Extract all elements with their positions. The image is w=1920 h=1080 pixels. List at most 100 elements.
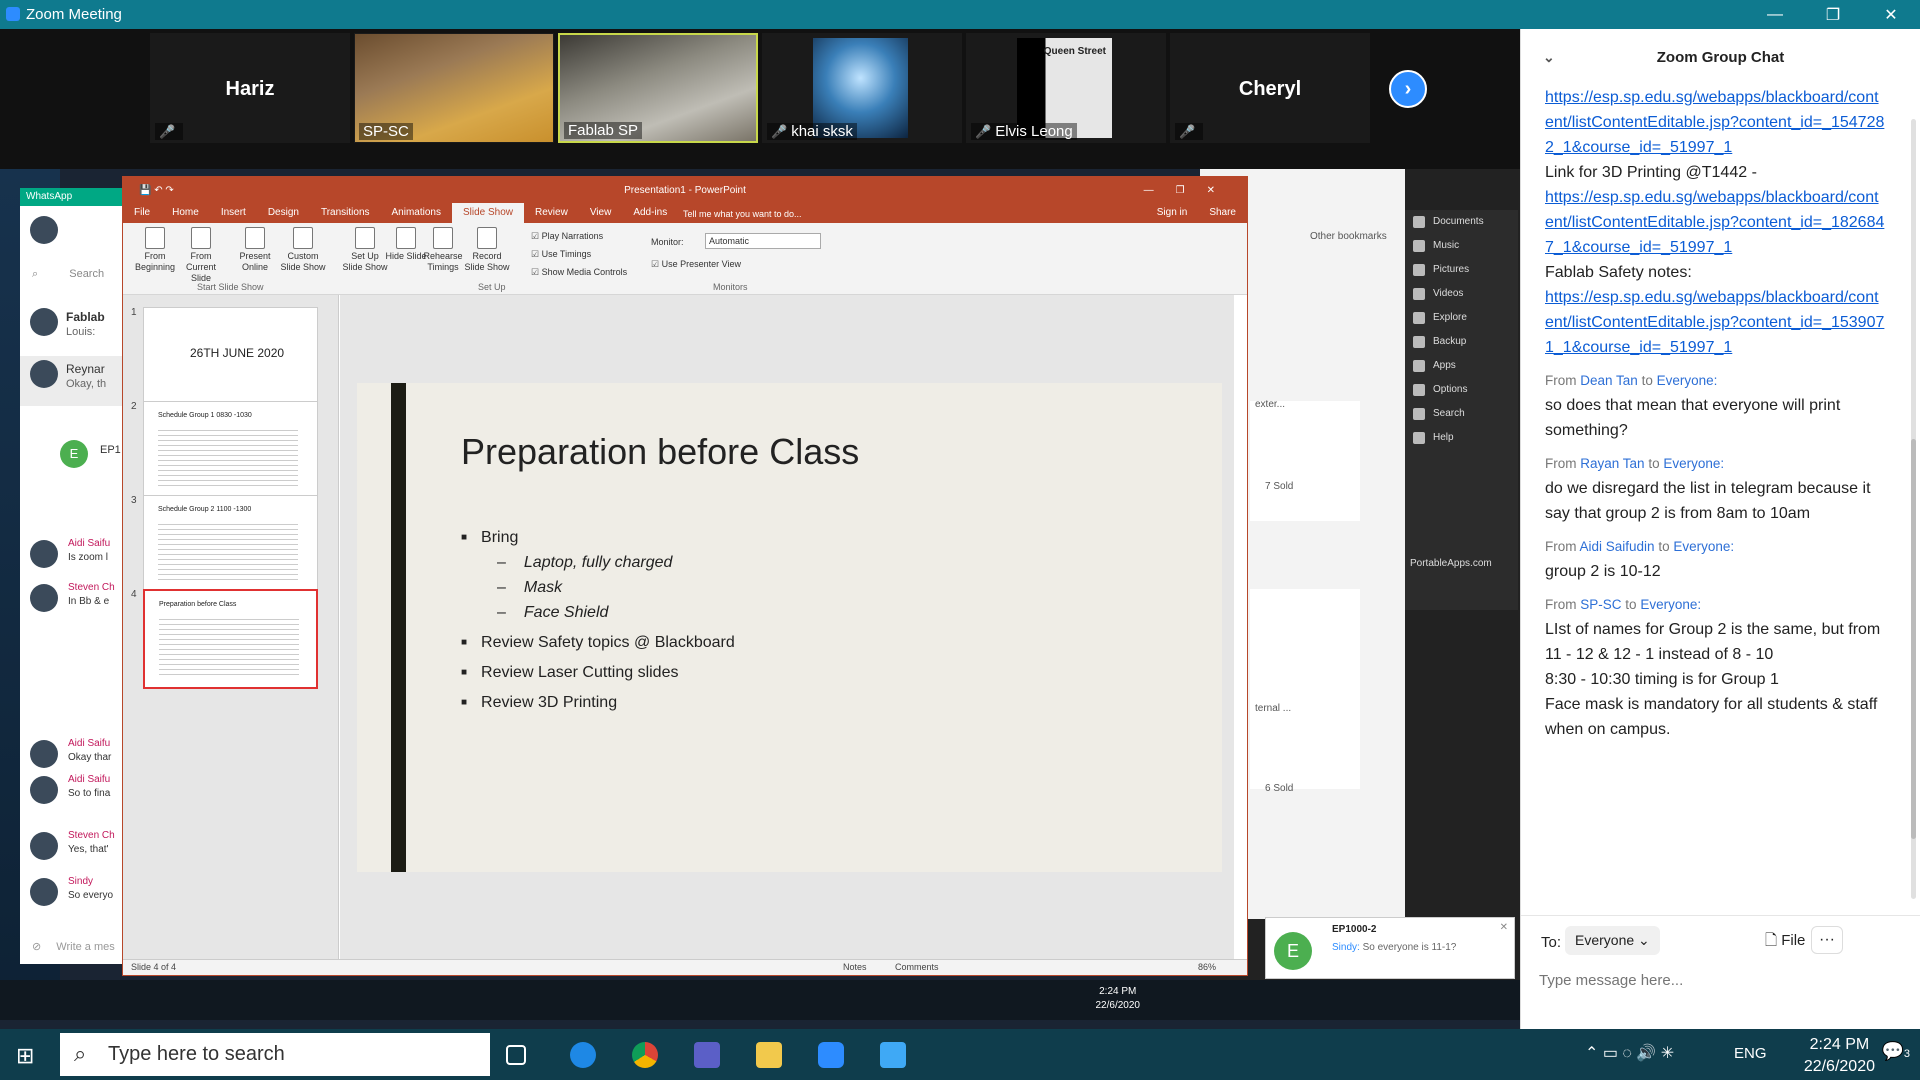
tell-me-box[interactable]: Tell me what you want to do... (683, 209, 802, 219)
ribbon-tab[interactable]: Home (161, 203, 210, 223)
portableapps-item[interactable]: Options (1405, 378, 1518, 402)
participant-tile[interactable]: 🎤 khai sksk (762, 33, 962, 143)
sign-in-link[interactable]: Sign in (1146, 203, 1199, 223)
sender-name[interactable]: Aidi Saifudin (1580, 539, 1655, 554)
search-field[interactable]: ⌕ Search (20, 268, 125, 281)
chat-text: Link for 3D Printing @T1442 - (1545, 164, 1757, 181)
ribbon-tab[interactable]: Insert (210, 203, 257, 223)
language-indicator[interactable]: ENG (1734, 1045, 1767, 1062)
custom-show-button[interactable]: Custom Slide Show (279, 227, 327, 273)
save-icon[interactable]: 💾 ↶ ↷ (139, 185, 174, 196)
ribbon-tab[interactable]: Add-ins (622, 203, 678, 223)
taskbar-clock[interactable]: 2:24 PM 22/6/2020 (1804, 1034, 1875, 1078)
participant-video[interactable]: SP-SC (354, 33, 554, 143)
chrome-icon[interactable] (632, 1042, 658, 1068)
notes-button[interactable]: Notes (843, 962, 867, 972)
participant-tile[interactable]: Hariz 🎤 (150, 33, 350, 143)
bookmarks-label[interactable]: Other bookmarks (1310, 231, 1387, 242)
file-explorer-icon[interactable] (756, 1042, 782, 1068)
participant-tile[interactable]: Queen Street 🎤 Elvis Leong (966, 33, 1166, 143)
chat-item[interactable]: Reynar Okay, th (20, 356, 125, 406)
chat-link[interactable]: https://esp.sp.edu.sg/webapps/blackboard… (1545, 285, 1885, 360)
present-online-button[interactable]: Present Online (231, 227, 279, 273)
close-button[interactable]: ✕ (1862, 0, 1920, 29)
portableapps-item[interactable]: Explore (1405, 306, 1518, 330)
avatar[interactable] (30, 216, 58, 244)
chat-input[interactable] (1539, 966, 1899, 994)
participant-tile[interactable]: Cheryl 🎤 (1170, 33, 1370, 143)
notification-center-icon[interactable]: 💬3 (1881, 1041, 1910, 1062)
avatar (30, 540, 58, 568)
portableapps-item[interactable]: Pictures (1405, 258, 1518, 282)
toast-notification[interactable]: E EP1000-2 Sindy: So everyone is 11-1? ✕ (1265, 917, 1515, 979)
chat-scrollbar[interactable] (1911, 119, 1916, 899)
teams-icon[interactable] (694, 1042, 720, 1068)
rehearse-button[interactable]: Rehearse Timings (419, 227, 467, 273)
more-button[interactable]: ··· (1811, 926, 1843, 954)
sender-name[interactable]: SP-SC (1580, 597, 1621, 612)
attach-icon: ⊘ (32, 941, 42, 953)
ribbon-tab[interactable]: File (123, 203, 161, 223)
from-current-button[interactable]: From Current Slide (177, 227, 225, 284)
ribbon-tab[interactable]: Review (524, 203, 579, 223)
mic-muted-icon: 🎤 (975, 124, 992, 139)
portableapps-item[interactable]: Apps (1405, 354, 1518, 378)
monitor-select[interactable]: Automatic (705, 233, 821, 249)
share-button[interactable]: Share (1198, 203, 1247, 223)
use-timings-checkbox[interactable]: Use Timings (531, 249, 592, 260)
show-media-checkbox[interactable]: Show Media Controls (531, 267, 628, 278)
ribbon-tab[interactable]: Design (257, 203, 310, 223)
play-narrations-checkbox[interactable]: Play Narrations (531, 231, 604, 242)
monitor-label: Monitor: (651, 237, 684, 247)
chat-link[interactable]: https://esp.sp.edu.sg/webapps/blackboard… (1545, 185, 1885, 260)
message-sender: Aidi Saifu (68, 774, 111, 785)
avatar (30, 360, 58, 388)
portableapps-item[interactable]: Music (1405, 234, 1518, 258)
photos-icon[interactable] (880, 1042, 906, 1068)
message-meta: From Rayan Tan to Everyone: (1545, 456, 1725, 471)
from-beginning-button[interactable]: From Beginning (131, 227, 179, 273)
comments-button[interactable]: Comments (895, 962, 939, 972)
taskbar-search[interactable]: ⌕ Type here to search (60, 1033, 490, 1076)
compose-field[interactable]: ⊘ Write a mes (20, 940, 125, 953)
close-icon[interactable]: ✕ (1500, 922, 1508, 933)
next-participants-button[interactable]: › (1389, 70, 1427, 108)
slide-thumbnail[interactable]: 26TH JUNE 2020 (143, 307, 318, 407)
zoom-icon[interactable] (818, 1042, 844, 1068)
sender-name[interactable]: Dean Tan (1580, 373, 1638, 388)
restore-button[interactable]: ❐ (1804, 0, 1862, 29)
portableapps-item[interactable]: Help (1405, 426, 1518, 450)
ppt-window-controls[interactable]: —❐✕ (1144, 185, 1237, 196)
ribbon-tab[interactable]: View (579, 203, 623, 223)
slide-thumbnail[interactable]: Schedule Group 1 0830 -1030 (143, 401, 318, 501)
chat-item[interactable]: Fablab Louis: (20, 308, 125, 360)
thumbnail-title: Schedule Group 1 0830 -1030 (158, 412, 252, 419)
portableapps-item[interactable]: Search (1405, 402, 1518, 426)
zoom-level[interactable]: 86% (1198, 962, 1216, 972)
chat-link[interactable]: https://esp.sp.edu.sg/webapps/blackboard… (1545, 85, 1885, 160)
portableapps-item[interactable]: Backup (1405, 330, 1518, 354)
slide-thumbnail[interactable]: Schedule Group 2 1100 -1300 (143, 495, 318, 595)
system-tray-icons[interactable]: ⌃ ▭ ◌ 🔊 ✳ (1585, 1043, 1674, 1063)
task-view-icon[interactable] (506, 1045, 526, 1065)
file-button[interactable]: 🗋 File (1765, 930, 1805, 955)
zoom-chat-panel: ⌄ Zoom Group Chat https://esp.sp.edu.sg/… (1520, 29, 1920, 1029)
minimize-button[interactable]: — (1746, 0, 1804, 29)
ribbon-tab[interactable]: Transitions (310, 203, 381, 223)
active-speaker-video[interactable]: Fablab SP (558, 33, 758, 143)
chevron-down-icon[interactable]: ⌄ (1543, 49, 1555, 66)
product-card (1250, 401, 1360, 521)
video-strip: Hariz 🎤 SP-SC Fablab SP 🎤 khai sksk Queen… (0, 29, 1520, 169)
portableapps-item[interactable]: Documents (1405, 210, 1518, 234)
record-button[interactable]: Record Slide Show (463, 227, 511, 273)
portableapps-item[interactable]: Videos (1405, 282, 1518, 306)
sender-name[interactable]: Rayan Tan (1580, 456, 1644, 471)
slide-thumbnail[interactable]: Preparation before Class (143, 589, 318, 689)
ribbon-tab[interactable]: Slide Show (451, 203, 525, 223)
presenter-view-checkbox[interactable]: Use Presenter View (651, 259, 741, 270)
avatar (30, 832, 58, 860)
start-icon[interactable]: ⊞ (16, 1043, 34, 1069)
ribbon-tab[interactable]: Animations (381, 203, 452, 223)
recipient-select[interactable]: Everyone ⌄ (1565, 926, 1660, 955)
edge-icon[interactable] (570, 1042, 596, 1068)
